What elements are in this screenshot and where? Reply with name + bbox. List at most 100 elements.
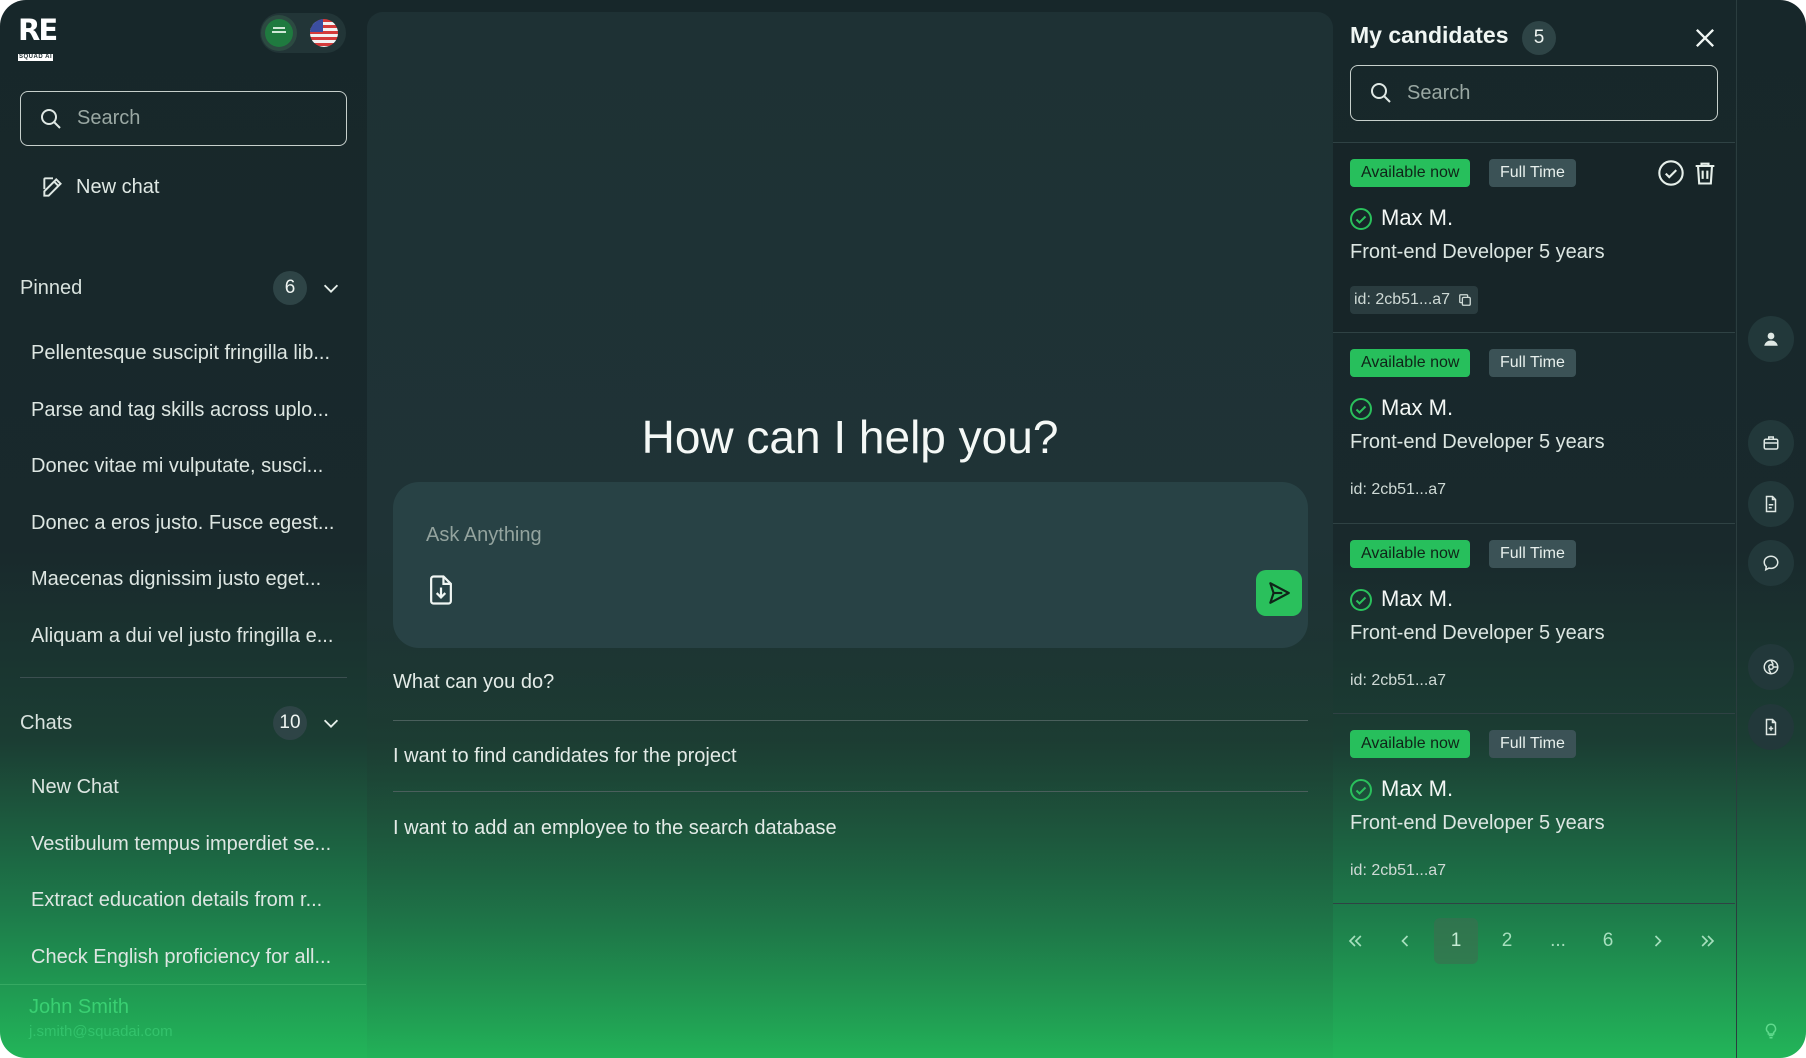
edit-icon [43, 177, 62, 197]
candidate-id-text: id: 2cb51...a7 [1350, 862, 1447, 879]
pinned-item[interactable]: Parse and tag skills across uplo... [31, 396, 361, 453]
language-switcher[interactable] [260, 13, 346, 53]
candidate-id: id: 2cb51...a7 [1350, 286, 1479, 314]
user-profile[interactable]: John Smith j.smith@squadai.com [29, 996, 173, 1040]
page-ellipsis: ... [1550, 930, 1566, 951]
pinned-item[interactable]: Donec a eros justo. Fusce egest... [31, 509, 361, 566]
search-icon [41, 108, 61, 129]
document-icon [1765, 495, 1777, 513]
suggestion-item[interactable]: What can you do? [393, 668, 1308, 696]
logo: RE SQUAD AI [18, 13, 58, 61]
candidate-role: Front-end Developer 5 years [1350, 812, 1605, 834]
verified-check-icon [1350, 398, 1372, 420]
sa-flag-icon[interactable] [265, 19, 293, 47]
close-icon[interactable] [1691, 24, 1719, 52]
us-flag-icon[interactable] [310, 19, 338, 47]
pinned-item[interactable]: Maecenas dignissim justo eget... [31, 565, 361, 622]
candidate-card[interactable]: Available now Full Time Max M. Front-end… [1333, 332, 1735, 522]
suggestion-item[interactable]: I want to find candidates for the projec… [393, 742, 1308, 770]
pinned-item[interactable]: Aliquam a dui vel justo fringilla e... [31, 622, 361, 679]
panel-title: My candidates [1350, 22, 1509, 48]
copy-icon[interactable] [1458, 293, 1472, 307]
rail-web-button[interactable] [1748, 644, 1794, 690]
trash-icon[interactable] [1691, 159, 1719, 187]
user-email: j.smith@squadai.com [29, 1023, 173, 1040]
chat-item[interactable]: Extract education details from r... [31, 886, 361, 943]
candidate-name: Max M. [1381, 776, 1454, 801]
candidate-name: Max M. [1381, 205, 1454, 230]
chats-count-badge: 10 [273, 706, 307, 740]
candidates-count-badge: 5 [1522, 21, 1556, 55]
user-divider [0, 984, 366, 985]
pinned-count-badge: 6 [273, 271, 307, 305]
verified-check-icon [1350, 208, 1372, 230]
chat-composer [393, 482, 1308, 648]
page-button[interactable]: 2 [1485, 918, 1529, 964]
rail-chat-button[interactable] [1748, 540, 1794, 586]
candidate-name: Max M. [1381, 586, 1454, 611]
ask-input[interactable] [426, 524, 1186, 547]
new-chat-label: New chat [76, 175, 160, 198]
file-plus-icon [1765, 718, 1777, 736]
chat-item[interactable]: Check English proficiency for all... [31, 943, 361, 1000]
suggestion-item[interactable]: I want to add an employee to the search … [393, 814, 1308, 842]
chat-item[interactable]: New Chat [31, 773, 361, 830]
rail-tips-button[interactable] [1748, 1008, 1794, 1054]
chats-label: Chats [20, 711, 73, 734]
candidate-role: Front-end Developer 5 years [1350, 241, 1605, 263]
verified-check-icon [1350, 589, 1372, 611]
pinned-item[interactable]: Pellentesque suscipit fringilla lib... [31, 339, 361, 396]
suggestion-divider [393, 791, 1308, 792]
left-sidebar: RE SQUAD AI Search New chat Pinned 6 Pel… [0, 0, 366, 1058]
right-rail [1736, 0, 1806, 1058]
search-placeholder: Search [1407, 81, 1471, 104]
page-button[interactable]: 6 [1586, 918, 1630, 964]
pinned-section-header[interactable]: Pinned 6 [20, 271, 350, 305]
rail-add-file-button[interactable] [1748, 704, 1794, 750]
rail-documents-button[interactable] [1748, 481, 1794, 527]
next-page-button[interactable] [1636, 918, 1680, 964]
search-icon [1371, 83, 1391, 103]
last-page-button[interactable] [1686, 918, 1730, 964]
chats-section-header[interactable]: Chats 10 [20, 706, 350, 740]
search-placeholder: Search [77, 107, 141, 129]
globe-icon [1763, 659, 1779, 675]
suggestion-divider [393, 720, 1308, 721]
chevron-down-icon[interactable] [320, 277, 342, 299]
first-page-button[interactable] [1333, 918, 1377, 964]
chevron-down-icon[interactable] [320, 712, 342, 734]
rail-jobs-button[interactable] [1748, 420, 1794, 466]
availability-badge: Available now [1350, 349, 1471, 377]
candidate-card[interactable]: Available now Full Time Max M. Front-end… [1333, 713, 1735, 903]
employment-type-badge: Full Time [1489, 730, 1576, 758]
candidate-role: Front-end Developer 5 years [1350, 622, 1605, 644]
approve-icon[interactable] [1657, 159, 1685, 187]
candidate-card[interactable]: Available now Full Time Max M. Front-end… [1333, 523, 1735, 713]
verified-check-icon [1350, 779, 1372, 801]
send-button[interactable] [1256, 570, 1302, 616]
candidates-panel: My candidates 5 Search Available now Ful… [1333, 0, 1735, 1058]
candidate-role: Front-end Developer 5 years [1350, 431, 1605, 453]
candidate-name: Max M. [1381, 395, 1454, 420]
pinned-item[interactable]: Donec vitae mi vulputate, susci... [31, 452, 361, 509]
lightbulb-icon [1765, 1023, 1777, 1039]
availability-badge: Available now [1350, 159, 1471, 187]
sidebar-search-input[interactable]: Search [20, 91, 347, 146]
chat-item[interactable]: Vestibulum tempus imperdiet se... [31, 830, 361, 887]
candidate-card[interactable]: Available now Full Time Max M. Front-end… [1333, 142, 1735, 332]
rail-profile-button[interactable] [1748, 316, 1794, 362]
page-button[interactable]: 1 [1434, 918, 1478, 964]
chat-bubble-icon [1763, 555, 1779, 572]
chevron-right-icon [1654, 935, 1662, 947]
file-download-icon[interactable] [426, 574, 456, 606]
prev-page-button[interactable] [1383, 918, 1427, 964]
candidates-search-input[interactable]: Search [1350, 65, 1718, 121]
user-icon [1764, 332, 1778, 346]
employment-type-badge: Full Time [1489, 540, 1576, 568]
double-chevron-left-icon [1348, 935, 1362, 947]
user-name: John Smith [29, 996, 130, 1018]
chats-list: New Chat Vestibulum tempus imperdiet se.… [31, 773, 361, 999]
new-chat-button[interactable]: New chat [40, 170, 159, 204]
availability-badge: Available now [1350, 540, 1471, 568]
page-title: How can I help you? [641, 411, 1059, 463]
